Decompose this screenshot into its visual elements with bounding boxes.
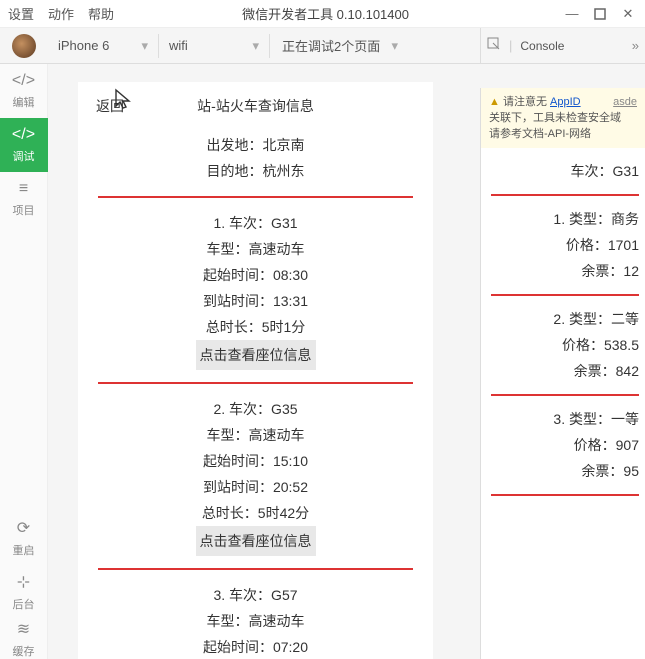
seat-block: 2. 类型：二等价格：538.5余票：842 bbox=[487, 306, 639, 384]
asde-link[interactable]: asde bbox=[613, 94, 637, 110]
sidebar-item-label: 编辑 bbox=[13, 94, 35, 110]
devtools-sep: | bbox=[509, 38, 512, 53]
warning-icon: ▲ bbox=[489, 96, 500, 108]
sidebar: </> 编辑 </> 调试 ≡ 项目 ⟳ 重启 ⊹ 后台 ≋ 缓存 bbox=[0, 64, 48, 659]
sidebar-item-background[interactable]: ⊹ 后台 bbox=[0, 565, 48, 619]
train-info-line: 1. 车次：G31 bbox=[78, 210, 433, 236]
close-button[interactable]: ✕ bbox=[619, 5, 637, 23]
train-info-line: 车型：高速动车 bbox=[78, 236, 433, 262]
train-info-line: 车型：高速动车 bbox=[78, 422, 433, 448]
train-info-line: 到站时间：20:52 bbox=[78, 474, 433, 500]
sidebar-item-restart[interactable]: ⟳ 重启 bbox=[0, 511, 48, 565]
sidebar-item-label: 调试 bbox=[13, 148, 35, 164]
debug-status-text: 正在调试2个页面 bbox=[282, 36, 380, 55]
separator bbox=[491, 394, 639, 396]
sidebar-item-label: 后台 bbox=[13, 596, 35, 612]
train-info-line: 总时长：5时1分 bbox=[78, 314, 433, 340]
from-line: 出发地：北京南 bbox=[78, 132, 433, 158]
device-value: iPhone 6 bbox=[58, 38, 109, 53]
maximize-button[interactable] bbox=[591, 5, 609, 23]
seat-info-button[interactable]: 点击查看座位信息 bbox=[196, 340, 316, 370]
devtools-console-tab[interactable]: Console bbox=[520, 39, 564, 53]
console-warning: ▲ 请注意无 AppID asde 关联下，工具未检查安全域 请参考文档-API… bbox=[481, 88, 645, 148]
sidebar-item-edit[interactable]: </> 编辑 bbox=[0, 64, 48, 118]
page-title: 站-站火车查询信息 bbox=[96, 96, 415, 116]
seat-block: 1. 类型：商务价格：1701余票：12 bbox=[487, 206, 639, 284]
train-block: 3. 车次：G57车型：高速动车起始时间：07:20 bbox=[78, 576, 433, 659]
to-line: 目的地：杭州东 bbox=[78, 158, 433, 184]
debug-status-dropdown[interactable]: 正在调试2个页面 ▾ bbox=[270, 28, 410, 63]
seat-block: 3. 类型：一等价格：907余票：95 bbox=[487, 406, 639, 484]
devtools-more-icon[interactable]: » bbox=[632, 38, 639, 53]
sidebar-item-label: 重启 bbox=[13, 542, 35, 558]
separator bbox=[98, 568, 413, 570]
sidebar-item-debug[interactable]: </> 调试 bbox=[0, 118, 48, 172]
train-block: 1. 车次：G31车型：高速动车起始时间：08:30到站时间：13:31总时长：… bbox=[78, 204, 433, 376]
menu-actions[interactable]: 动作 bbox=[48, 4, 74, 23]
menu-settings[interactable]: 设置 bbox=[8, 4, 34, 23]
seat-info-line: 1. 类型：商务 bbox=[487, 206, 639, 232]
seat-info-button[interactable]: 点击查看座位信息 bbox=[196, 526, 316, 556]
code-icon: </> bbox=[12, 72, 35, 90]
devtools-inspect-icon[interactable] bbox=[487, 37, 501, 54]
train-info-line: 起始时间：15:10 bbox=[78, 448, 433, 474]
appid-link[interactable]: AppID bbox=[550, 96, 581, 108]
separator bbox=[98, 382, 413, 384]
menu-icon: ≡ bbox=[19, 180, 28, 198]
network-dropdown[interactable]: wifi ▾ bbox=[159, 28, 269, 63]
separator bbox=[491, 194, 639, 196]
sidebar-item-label: 项目 bbox=[13, 202, 35, 218]
window-title: 微信开发者工具 0.10.101400 bbox=[88, 4, 563, 23]
train-info-line: 2. 车次：G35 bbox=[78, 396, 433, 422]
devtools-header: | Console » bbox=[480, 28, 645, 64]
rp-train-no: 车次：G31 bbox=[487, 158, 639, 184]
minimize-button[interactable]: — bbox=[563, 5, 581, 23]
train-block: 2. 车次：G35车型：高速动车起始时间：15:10到站时间：20:52总时长：… bbox=[78, 390, 433, 562]
titlebar: 设置 动作 帮助 微信开发者工具 0.10.101400 — ✕ bbox=[0, 0, 645, 28]
device-dropdown[interactable]: iPhone 6 ▾ bbox=[48, 28, 158, 63]
network-value: wifi bbox=[169, 38, 188, 53]
sidebar-item-label: 缓存 bbox=[13, 643, 35, 659]
phone-page: 返回 站-站火车查询信息 出发地：北京南 目的地：杭州东 1. 车次：G31车型… bbox=[78, 82, 433, 659]
seat-info-line: 价格：907 bbox=[487, 432, 639, 458]
restart-icon: ⟳ bbox=[17, 518, 30, 538]
console-panel: ▲ 请注意无 AppID asde 关联下，工具未检查安全域 请参考文档-API… bbox=[480, 88, 645, 659]
seat-info-line: 余票：12 bbox=[487, 258, 639, 284]
sidebar-item-cache[interactable]: ≋ 缓存 bbox=[0, 619, 48, 659]
seat-info-line: 2. 类型：二等 bbox=[487, 306, 639, 332]
chevron-down-icon: ▾ bbox=[141, 38, 148, 54]
seat-info-line: 余票：95 bbox=[487, 458, 639, 484]
chevron-down-icon: ▾ bbox=[252, 38, 259, 54]
seat-info-line: 3. 类型：一等 bbox=[487, 406, 639, 432]
seat-info-line: 价格：1701 bbox=[487, 232, 639, 258]
debug-icon: </> bbox=[12, 126, 35, 144]
train-info-line: 到站时间：13:31 bbox=[78, 288, 433, 314]
background-icon: ⊹ bbox=[17, 572, 30, 592]
separator bbox=[491, 494, 639, 496]
layers-icon: ≋ bbox=[17, 619, 30, 639]
train-info-line: 车型：高速动车 bbox=[78, 608, 433, 634]
separator bbox=[98, 196, 413, 198]
train-info-line: 起始时间：08:30 bbox=[78, 262, 433, 288]
seat-info-line: 余票：842 bbox=[487, 358, 639, 384]
sidebar-item-project[interactable]: ≡ 项目 bbox=[0, 172, 48, 226]
separator bbox=[491, 294, 639, 296]
avatar[interactable] bbox=[12, 34, 36, 58]
seat-info-line: 价格：538.5 bbox=[487, 332, 639, 358]
train-info-line: 3. 车次：G57 bbox=[78, 582, 433, 608]
train-info-line: 总时长：5时42分 bbox=[78, 500, 433, 526]
chevron-down-icon: ▾ bbox=[391, 38, 398, 54]
train-info-line: 起始时间：07:20 bbox=[78, 634, 433, 659]
